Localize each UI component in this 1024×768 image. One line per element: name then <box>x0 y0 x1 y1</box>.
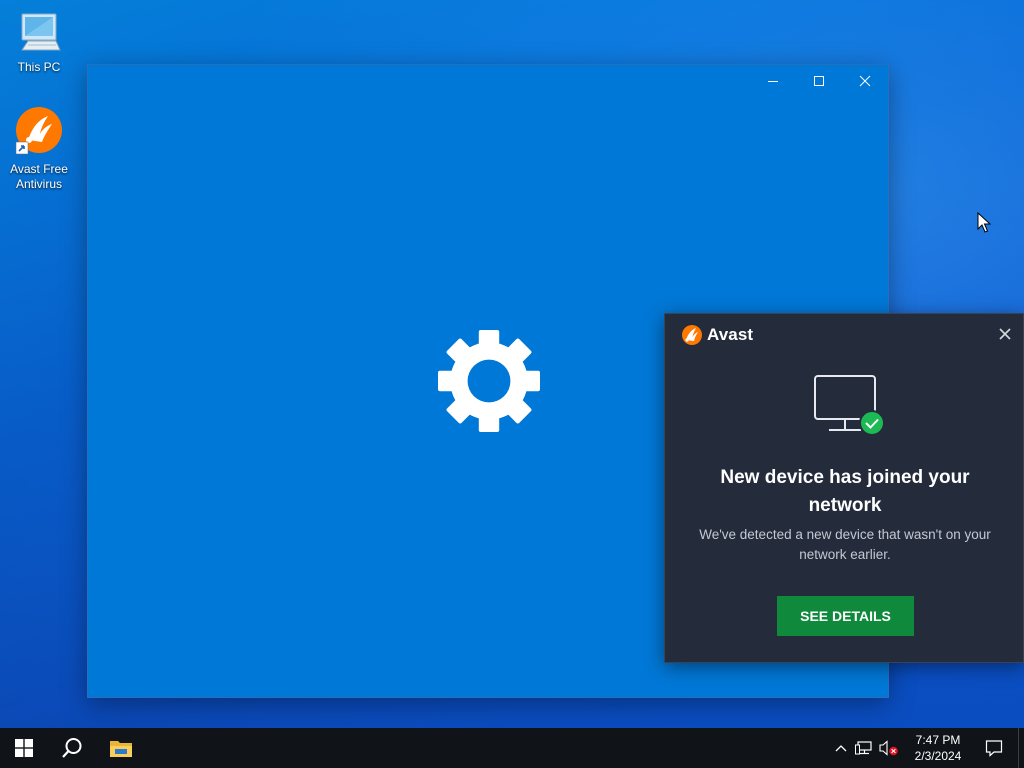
popup-title: New device has joined your network <box>720 467 970 516</box>
file-explorer-icon <box>110 741 132 757</box>
search-icon <box>62 738 82 758</box>
maximize-icon <box>814 76 824 86</box>
taskbar-clock[interactable]: 7:47 PM 2/3/2024 <box>902 732 974 764</box>
action-center-button[interactable] <box>974 728 1014 768</box>
show-hidden-icons-button[interactable] <box>830 728 852 768</box>
taskbar-file-explorer[interactable] <box>96 728 146 768</box>
network-icon <box>855 741 872 755</box>
clock-time: 7:47 PM <box>915 733 961 747</box>
desktop-icon-this-pc[interactable]: This PC <box>1 10 77 75</box>
desktop-icon-label: This PC <box>17 60 61 74</box>
clock-date: 2/3/2024 <box>914 749 962 763</box>
this-pc-icon <box>1 10 77 58</box>
close-button[interactable] <box>842 65 888 97</box>
taskbar: 7:47 PM 2/3/2024 <box>0 728 1024 768</box>
window-controls <box>750 65 888 97</box>
system-tray: 7:47 PM 2/3/2024 <box>830 728 1024 768</box>
start-button[interactable] <box>0 728 48 768</box>
avast-icon <box>1 106 77 160</box>
close-icon <box>859 75 871 87</box>
popup-message: We've detected a new device that wasn't … <box>699 527 991 562</box>
windows-start-icon <box>15 739 33 757</box>
network-button[interactable] <box>852 728 876 768</box>
mouse-cursor-icon <box>977 211 992 239</box>
gear-icon <box>438 330 540 437</box>
volume-muted-icon <box>879 740 898 756</box>
volume-button[interactable] <box>876 728 902 768</box>
minimize-button[interactable] <box>750 65 796 97</box>
see-details-button[interactable]: SEE DETAILS <box>777 596 914 636</box>
show-desktop-button[interactable] <box>1018 728 1024 768</box>
close-icon <box>999 328 1011 340</box>
avast-notification: Avast New device has joined your network… <box>664 313 1024 663</box>
network-device-icon <box>813 374 893 445</box>
maximize-button[interactable] <box>796 65 842 97</box>
desktop-icon-label: Avast Free Antivirus <box>10 162 68 191</box>
search-button[interactable] <box>48 728 96 768</box>
avast-logo-icon <box>682 325 702 345</box>
chevron-up-icon <box>835 745 847 752</box>
popup-close-button[interactable] <box>997 326 1013 342</box>
avast-brand-name: Avast <box>707 325 754 344</box>
avast-header: Avast <box>681 324 753 346</box>
desktop-icon-avast[interactable]: Avast Free Antivirus <box>1 106 77 192</box>
minimize-icon <box>768 81 778 82</box>
action-center-icon <box>985 740 1003 757</box>
